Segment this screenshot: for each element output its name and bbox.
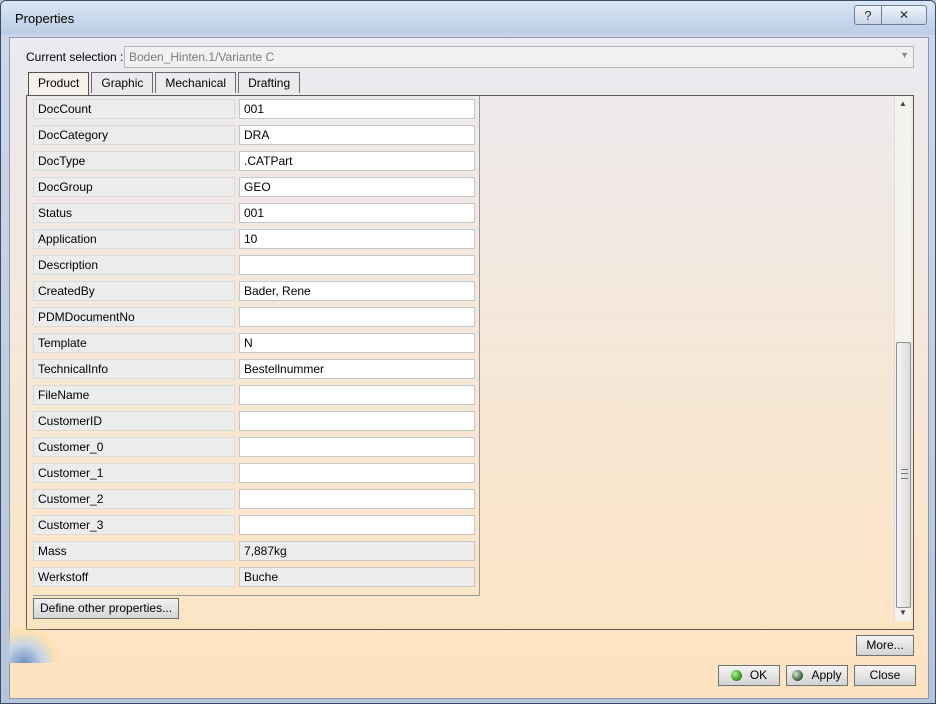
property-row: FileName: [33, 382, 479, 408]
properties-list: DocCount 001 DocCategory DRA DocType .CATPart…: [33, 96, 479, 590]
property-row: CreatedBy Bader, Rene: [33, 278, 479, 304]
tab-bar: Product Graphic Mechanical Drafting: [28, 72, 302, 96]
window-title: Properties: [15, 11, 75, 26]
property-row: Werkstoff Buche: [33, 564, 479, 590]
property-value-field[interactable]: GEO: [239, 177, 475, 197]
property-name: Status: [33, 203, 235, 223]
apply-button[interactable]: Apply: [786, 665, 848, 686]
property-name: PDMDocumentNo: [33, 307, 235, 327]
property-row: Description: [33, 252, 479, 278]
property-value-field[interactable]: 001: [239, 203, 475, 223]
window-close-button[interactable]: ✕: [882, 5, 927, 25]
close-button[interactable]: Close: [854, 665, 916, 686]
ok-button[interactable]: OK: [718, 665, 780, 686]
property-row: DocCategory DRA: [33, 122, 479, 148]
property-row: Status 001: [33, 200, 479, 226]
property-row: DocType .CATPart: [33, 148, 479, 174]
define-other-properties-button[interactable]: Define other properties...: [33, 598, 180, 619]
chevron-down-icon[interactable]: ▼: [900, 50, 909, 60]
property-name: DocGroup: [33, 177, 235, 197]
property-name: CustomerID: [33, 411, 235, 431]
property-row: PDMDocumentNo: [33, 304, 479, 330]
property-value-field[interactable]: 001: [239, 99, 475, 119]
property-row: Application 10: [33, 226, 479, 252]
property-value-field[interactable]: .CATPart: [239, 151, 475, 171]
grip-icon: [901, 469, 908, 479]
tab-graphic[interactable]: Graphic: [91, 72, 154, 93]
property-name: Description: [33, 255, 235, 275]
help-icon: ?: [864, 7, 872, 23]
tab-mechanical[interactable]: Mechanical: [155, 72, 237, 93]
vertical-scrollbar[interactable]: ▲ ▼: [894, 96, 911, 621]
property-row: Mass 7,887kg: [33, 538, 479, 564]
title-bar-buttons: ? ✕: [854, 5, 927, 25]
property-value-field[interactable]: [239, 437, 475, 457]
property-value-field[interactable]: N: [239, 333, 475, 353]
property-name: CreatedBy: [33, 281, 235, 301]
property-name: Customer_0: [33, 437, 235, 457]
dialog-body: Current selection : Boden_Hinten.1/Varia…: [9, 37, 929, 699]
property-value-field[interactable]: DRA: [239, 125, 475, 145]
product-tab-panel: DocCount 001 DocCategory DRA DocType .CATPart…: [26, 95, 914, 630]
properties-dialog: Properties ? ✕ Current selection : Boden…: [0, 0, 936, 704]
current-selection-value: Boden_Hinten.1/Variante C: [129, 50, 275, 64]
property-value-field: Buche: [239, 567, 475, 587]
tab-drafting[interactable]: Drafting: [238, 72, 301, 93]
property-value-field[interactable]: [239, 307, 475, 327]
property-value-field[interactable]: [239, 463, 475, 483]
property-name: TechnicalInfo: [33, 359, 235, 379]
ok-label: OK: [749, 668, 768, 682]
properties-list-right-edge: [479, 96, 480, 596]
current-selection-combo[interactable]: Boden_Hinten.1/Variante C ▼: [124, 46, 914, 68]
title-bar[interactable]: Properties ? ✕: [1, 1, 935, 35]
property-name: Application: [33, 229, 235, 249]
property-name: Mass: [33, 541, 235, 561]
scroll-up-icon[interactable]: ▲: [895, 96, 911, 112]
properties-scroll-area: DocCount 001 DocCategory DRA DocType .CATPart…: [27, 96, 893, 627]
scroll-down-icon[interactable]: ▼: [895, 605, 911, 621]
property-name: DocCategory: [33, 125, 235, 145]
apply-status-icon: [792, 670, 804, 681]
property-name: DocCount: [33, 99, 235, 119]
property-value-field[interactable]: [239, 489, 475, 509]
scrollbar-thumb[interactable]: [896, 342, 911, 608]
property-row: DocGroup GEO: [33, 174, 479, 200]
more-button[interactable]: More...: [856, 635, 914, 656]
property-value-field[interactable]: Bader, Rene: [239, 281, 475, 301]
app-logo-icon: [9, 623, 59, 663]
property-value-field[interactable]: [239, 411, 475, 431]
properties-list-bottom-edge: [33, 595, 479, 596]
property-row: Customer_0: [33, 434, 479, 460]
property-value-field[interactable]: [239, 385, 475, 405]
property-row: Customer_3: [33, 512, 479, 538]
property-name: Template: [33, 333, 235, 353]
property-value-field[interactable]: [239, 255, 475, 275]
apply-label: Apply: [811, 668, 842, 682]
ok-status-icon: [730, 670, 742, 681]
property-name: FileName: [33, 385, 235, 405]
property-value-field[interactable]: 10: [239, 229, 475, 249]
help-button[interactable]: ?: [854, 5, 882, 25]
property-row: CustomerID: [33, 408, 479, 434]
property-name: Werkstoff: [33, 567, 235, 587]
property-value-field[interactable]: Bestellnummer: [239, 359, 475, 379]
property-row: TechnicalInfo Bestellnummer: [33, 356, 479, 382]
property-row: DocCount 001: [33, 96, 479, 122]
tab-product[interactable]: Product: [28, 72, 90, 96]
current-selection-label: Current selection :: [26, 50, 124, 64]
property-name: Customer_1: [33, 463, 235, 483]
property-name: Customer_3: [33, 515, 235, 535]
close-icon: ✕: [898, 8, 910, 22]
property-row: Customer_2: [33, 486, 479, 512]
property-value-field[interactable]: [239, 515, 475, 535]
property-name: Customer_2: [33, 489, 235, 509]
property-row: Customer_1: [33, 460, 479, 486]
property-name: DocType: [33, 151, 235, 171]
property-row: Template N: [33, 330, 479, 356]
property-value-field: 7,887kg: [239, 541, 475, 561]
